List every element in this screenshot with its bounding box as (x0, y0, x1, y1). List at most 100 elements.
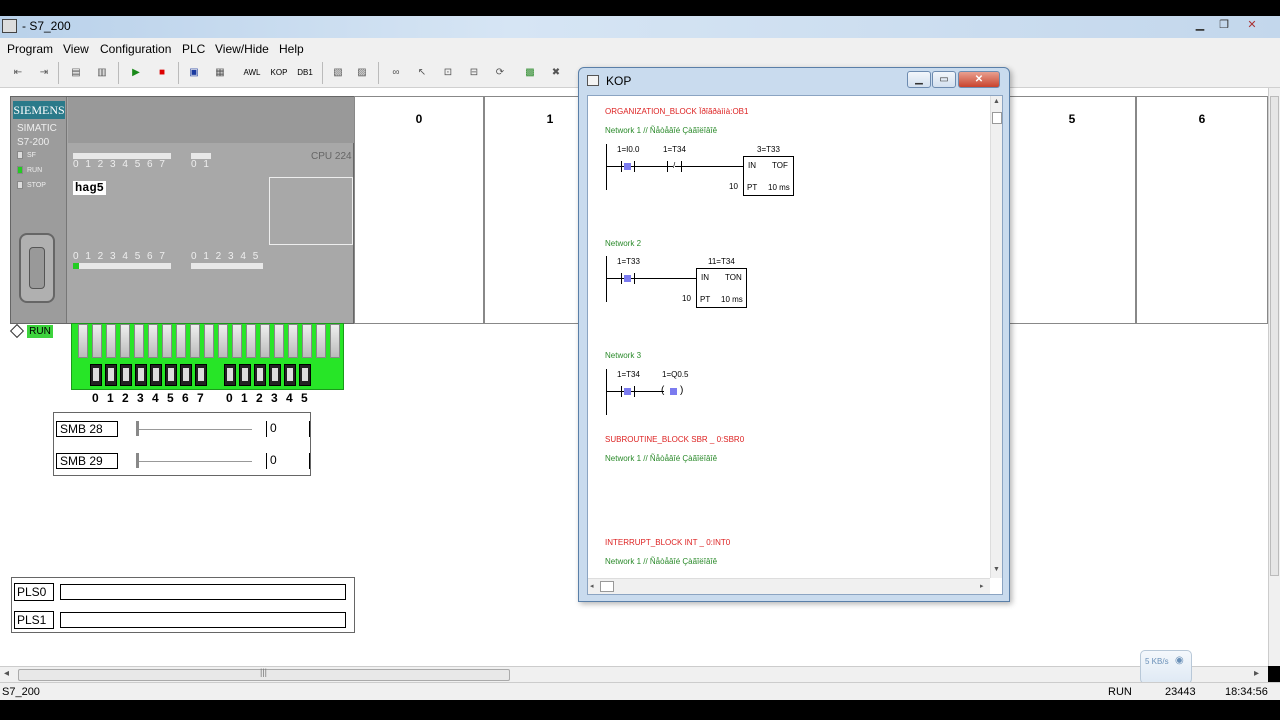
input-switch-i1-5[interactable] (299, 364, 311, 386)
switch-number: 7 (197, 391, 204, 405)
switch-number: 2 (122, 391, 129, 405)
slot-6[interactable]: 6 (1136, 96, 1268, 324)
int-header: INTERRUPT_BLOCK INT _ 0:INT0 (605, 538, 731, 547)
switch-number: 1 (241, 391, 248, 405)
tof-ms-label: 10 ms (768, 183, 790, 192)
network-rate: 5 KB/s (1145, 657, 1169, 666)
smb29-slider-track[interactable] (136, 461, 252, 463)
net2-box-address: 11=T34 (708, 257, 735, 266)
menu-view[interactable]: View (63, 42, 89, 56)
input-switch-i0-3[interactable] (135, 364, 147, 386)
input-switch-i1-2[interactable] (254, 364, 266, 386)
unlock-icon[interactable]: ⊟ (464, 63, 484, 83)
menu-help[interactable]: Help (279, 42, 304, 56)
monitor-icon[interactable]: ▣ (184, 63, 204, 83)
net3-wire (606, 391, 664, 392)
horizontal-scrollbar[interactable]: ◂ ||| ▸ (0, 666, 1268, 682)
close-icon[interactable]: ✕ (1240, 18, 1264, 34)
switch-top (106, 324, 116, 358)
vertical-scrollbar[interactable] (1268, 88, 1280, 666)
tof-timer-box[interactable]: IN TOF PT 10 ms (743, 156, 794, 196)
menu-configuration[interactable]: Configuration (100, 42, 171, 56)
net3-contact-address: 1=T34 (617, 370, 640, 379)
plc-top-strip (68, 97, 354, 143)
net2-contact-t33[interactable] (624, 275, 631, 282)
smb28-slider-knob[interactable] (136, 421, 139, 436)
lock-icon[interactable]: ⊡ (438, 63, 458, 83)
input-switch-i0-5[interactable] (165, 364, 177, 386)
input-switch-i0-7[interactable] (195, 364, 207, 386)
input-switch-i0-6[interactable] (180, 364, 192, 386)
kop-minimize-icon[interactable]: ▁ (907, 71, 931, 88)
download-icon[interactable]: ▥ (92, 63, 112, 83)
input-switch-i1-1[interactable] (239, 364, 251, 386)
awl-button[interactable]: AWL (241, 63, 263, 83)
kop-button[interactable]: KOP (268, 63, 290, 83)
input-switch-i0-1[interactable] (105, 364, 117, 386)
network-meter-gadget[interactable]: 5 KB/s ◉ (1140, 650, 1192, 684)
menu-view-hide[interactable]: View/Hide (215, 42, 269, 56)
run-indicator-label: RUN (27, 325, 53, 338)
save-icon[interactable]: ⇥ (34, 63, 54, 83)
table-icon[interactable]: ▨ (352, 63, 372, 83)
sf-led (17, 151, 23, 159)
kop-horizontal-scrollbar[interactable]: ◂ ▸ (588, 578, 990, 594)
restore-icon[interactable]: ❐ (1212, 18, 1236, 34)
db1-button[interactable]: DB1 (294, 63, 316, 83)
menu-program[interactable]: Program (7, 42, 53, 56)
slot-0[interactable]: 0 (354, 96, 484, 324)
kop-restore-icon[interactable]: ▭ (932, 71, 956, 88)
status-time: 18:34:56 (1225, 686, 1268, 698)
pls1-bar (60, 612, 346, 628)
clear-icon[interactable]: ✖ (546, 63, 566, 83)
plc-image-icon[interactable]: ▦ (210, 63, 230, 83)
input-switch-i0-4[interactable] (150, 364, 162, 386)
switch-top (246, 324, 256, 358)
net1-negation: / (673, 161, 676, 170)
chart-icon[interactable]: ▧ (328, 63, 348, 83)
net3-contact-t34[interactable] (624, 388, 631, 395)
series-label: SIMATIC (17, 123, 57, 134)
input-switch-i1-3[interactable] (269, 364, 281, 386)
switch-number: 3 (137, 391, 144, 405)
net2-wire (606, 278, 696, 279)
open-icon[interactable]: ⇤ (8, 63, 28, 83)
net1-contact-i0-0[interactable] (624, 163, 631, 170)
smb29-slider-knob[interactable] (136, 453, 139, 468)
plc-module[interactable]: SIEMENS SIMATIC S7-200 SF RUN STOP 0 1 2… (10, 96, 354, 324)
slot-5[interactable]: 5 (1008, 96, 1136, 324)
stop-led (17, 181, 23, 189)
input-switch-i0-2[interactable] (120, 364, 132, 386)
pls0-bar (60, 584, 346, 600)
int-network-1-title: Network 1 // Ñåòåâîé Çàãîëîâîê (605, 557, 718, 566)
io-icon[interactable]: ▩ (520, 63, 540, 83)
status-bar: S7_200 RUN 23443 18:34:56 (0, 682, 1280, 700)
kop-close-icon[interactable]: ✕ (958, 71, 1000, 88)
ton-timer-box[interactable]: IN TON PT 10 ms (696, 268, 747, 308)
smb29-value: 0 (266, 453, 310, 469)
ladder-view[interactable]: ORGANIZATION_BLOCK Ïðîãðàììà:OB1 Network… (587, 95, 1003, 595)
output-digits: 0 1 2 3 4 5 6 7 (73, 251, 167, 262)
pointer-icon[interactable]: ↖ (412, 63, 432, 83)
kop-window[interactable]: KOP ▁ ▭ ✕ ORGANIZATION_BLOCK Ïðîãðàììà:O… (578, 67, 1010, 602)
switch-top (260, 324, 270, 358)
serial-port (19, 233, 55, 303)
run-icon[interactable]: ▶ (126, 63, 146, 83)
smb28-slider-track[interactable] (136, 429, 252, 431)
glasses-icon[interactable]: ∞ (386, 63, 406, 83)
power-rail (606, 144, 607, 190)
net3-coil-q0-5[interactable] (670, 388, 677, 395)
input-switch-i0-0[interactable] (90, 364, 102, 386)
slot-1[interactable]: 1 (484, 96, 580, 324)
analog-input-panel: SMB 28 0 SMB 29 0 (53, 412, 311, 476)
refresh-icon[interactable]: ⟳ (490, 63, 510, 83)
input-switch-i1-0[interactable] (224, 364, 236, 386)
upload-icon[interactable]: ▤ (66, 63, 86, 83)
smb28-row: SMB 28 0 (56, 416, 310, 442)
kop-vertical-scrollbar[interactable]: ▲ ▼ (990, 96, 1002, 578)
menu-plc[interactable]: PLC (182, 42, 205, 56)
input-switch-i1-4[interactable] (284, 364, 296, 386)
minimize-icon[interactable]: ▁ (1188, 18, 1212, 34)
stop-icon[interactable]: ■ (152, 63, 172, 83)
pls0-label: PLS0 (14, 583, 54, 601)
